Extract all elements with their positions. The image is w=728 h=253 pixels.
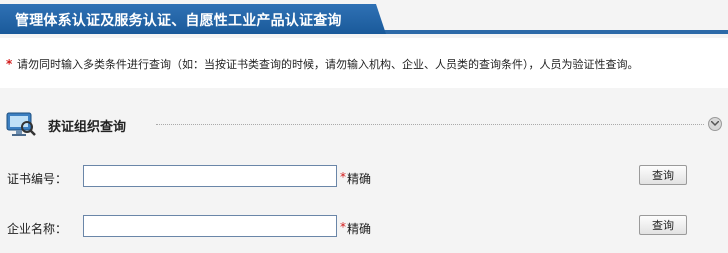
company-name-input[interactable] (83, 215, 337, 237)
notice-text: 请勿同时输入多类条件进行查询（如：当按证书类查询的时候，请勿输入机构、企业、人员… (17, 58, 639, 71)
title-bar: 管理体系认证及服务认证、自愿性工业产品认证查询 (0, 0, 728, 34)
required-marker: * (340, 220, 346, 234)
company-name-label: 企业名称： (7, 222, 68, 236)
monitor-search-icon (6, 111, 36, 139)
section-title: 获证组织查询 (48, 120, 127, 135)
notice-marker: * (6, 57, 13, 71)
certificate-number-label: 证书编号： (7, 172, 68, 186)
required-marker: * (340, 170, 346, 184)
match-mode-label: 精确 (347, 222, 372, 236)
certificate-number-input[interactable] (83, 165, 337, 187)
company-query-button[interactable]: 查询 (639, 215, 687, 235)
notice-panel: * 请勿同时输入多类条件进行查询（如：当按证书类查询的时候，请勿输入机构、企业、… (0, 38, 728, 88)
page-title: 管理体系认证及服务认证、自愿性工业产品认证查询 (15, 13, 342, 29)
section-divider (156, 124, 704, 125)
company-name-row: 企业名称： * 精确 查询 (0, 215, 728, 239)
certificate-number-row: 证书编号： * 精确 查询 (0, 165, 728, 189)
certificate-query-button[interactable]: 查询 (639, 165, 687, 185)
section-header: 获证组织查询 (0, 108, 728, 138)
chevron-down-icon[interactable] (708, 117, 722, 131)
match-mode-label: 精确 (347, 172, 372, 186)
